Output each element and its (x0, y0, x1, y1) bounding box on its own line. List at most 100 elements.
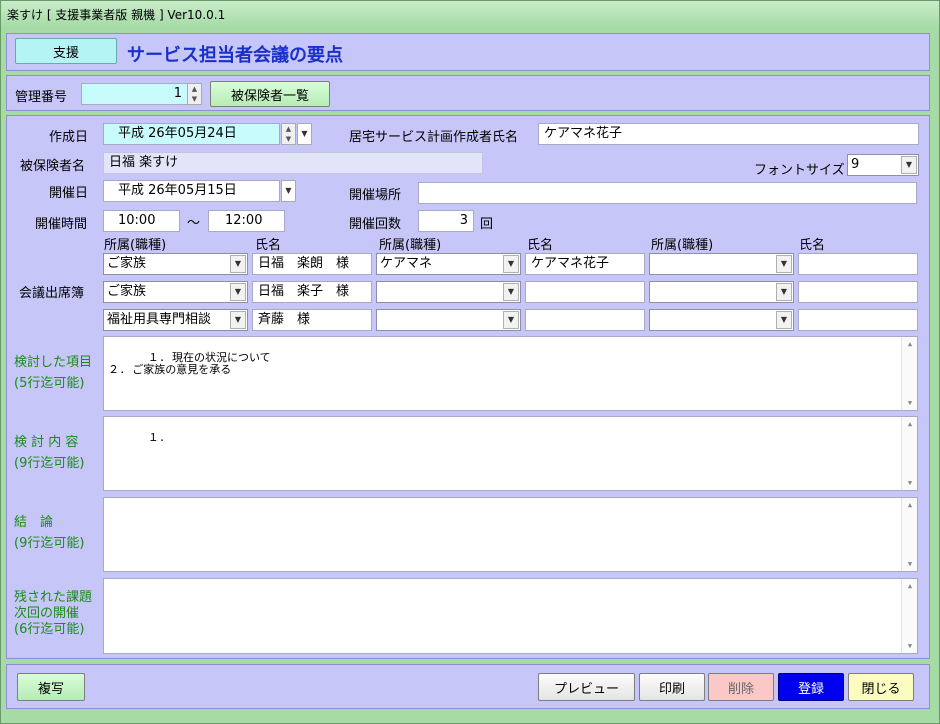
chevron-down-icon[interactable]: ▼ (503, 311, 519, 329)
print-button[interactable]: 印刷 (639, 673, 705, 701)
planner-name-field[interactable]: ケアマネ花子 (538, 123, 919, 145)
items-text: １. 現在の状況について ２. ご家族の意見を承る (108, 351, 271, 376)
conclusion-limit: (9行迄可能) (14, 536, 85, 551)
place-label: 開催場所 (349, 188, 402, 203)
affiliation-select[interactable]: 福祉用具専門相談 ▼ (103, 309, 248, 331)
attendee-name-field[interactable]: ケアマネ花子 (525, 253, 645, 275)
scroll-up-icon[interactable]: ▲ (902, 579, 917, 593)
spin-up-icon[interactable]: ▲ (282, 124, 295, 134)
app-window: 楽すけ [ 支援事業者版 親機 ] Ver10.0.1 支援 サービス担当者会議… (0, 0, 940, 724)
affiliation-select[interactable]: ▼ (649, 309, 794, 331)
spin-down-icon[interactable]: ▼ (188, 94, 201, 104)
attendee-name-field[interactable]: 日福 楽子 様 (252, 281, 372, 303)
created-date-dropdown-icon[interactable]: ▼ (297, 123, 312, 145)
spin-up-icon[interactable]: ▲ (188, 84, 201, 94)
attendance-label: 会議出席簿 (19, 286, 85, 301)
items-limit: (5行迄可能) (14, 376, 85, 391)
col-name-1: 氏名 (255, 238, 282, 253)
scrollbar[interactable]: ▲ ▼ (901, 498, 917, 571)
content-textarea[interactable]: １. ▲ ▼ (103, 416, 918, 491)
place-field[interactable] (418, 182, 917, 204)
scroll-up-icon[interactable]: ▲ (902, 337, 917, 351)
chevron-down-icon[interactable]: ▼ (503, 255, 519, 273)
scroll-up-icon[interactable]: ▲ (902, 417, 917, 431)
affiliation-value: ご家族 (107, 284, 147, 299)
col-name-2: 氏名 (527, 238, 554, 253)
spin-down-icon[interactable]: ▼ (282, 134, 295, 144)
header-panel: 支援 サービス担当者会議の要点 (6, 33, 930, 71)
count-field[interactable]: 3 (418, 210, 474, 232)
affiliation-select[interactable]: ご家族 ▼ (103, 253, 248, 275)
mgmt-number-field[interactable]: 1 (81, 83, 188, 105)
col-name-3: 氏名 (799, 238, 826, 253)
created-date-field[interactable]: 平成 26年05月24日 (103, 123, 280, 145)
content-limit: (9行迄可能) (14, 456, 85, 471)
affiliation-select[interactable]: ▼ (649, 281, 794, 303)
attendee-name-field[interactable] (798, 253, 918, 275)
planner-label: 居宅サービス計画作成者氏名 (349, 130, 519, 145)
window-title: 楽すけ [ 支援事業者版 親機 ] Ver10.0.1 (7, 8, 226, 22)
scroll-down-icon[interactable]: ▼ (902, 476, 917, 490)
content-text: １. (147, 431, 166, 444)
chevron-down-icon[interactable]: ▼ (230, 311, 246, 329)
chevron-down-icon[interactable]: ▼ (901, 156, 917, 174)
copy-button[interactable]: 複写 (17, 673, 85, 701)
insured-name-field: 日福 楽すけ (103, 152, 483, 174)
delete-button[interactable]: 削除 (708, 673, 774, 701)
chevron-down-icon[interactable]: ▼ (503, 283, 519, 301)
scroll-down-icon[interactable]: ▼ (902, 639, 917, 653)
attendee-name-field[interactable] (525, 309, 645, 331)
affiliation-value: ケアマネ (380, 256, 433, 271)
chevron-down-icon[interactable]: ▼ (776, 283, 792, 301)
mgmt-panel: 管理番号 1 ▲ ▼ 被保険者一覧 (6, 75, 930, 111)
created-label: 作成日 (49, 130, 89, 145)
font-size-select[interactable]: 9 ▼ (847, 154, 919, 176)
conclusion-textarea[interactable]: ▲ ▼ (103, 497, 918, 572)
register-button[interactable]: 登録 (778, 673, 844, 701)
held-date-field[interactable]: 平成 26年05月15日 (103, 180, 280, 202)
insured-list-button[interactable]: 被保険者一覧 (210, 81, 330, 107)
mgmt-spinner[interactable]: ▲ ▼ (187, 83, 202, 105)
items-label: 検討した項目 (14, 355, 93, 370)
conclusion-label: 結 論 (14, 515, 54, 530)
col-affiliation-2: 所属(職種) (379, 238, 442, 253)
time-separator: ～ (187, 216, 201, 231)
scrollbar[interactable]: ▲ ▼ (901, 337, 917, 410)
attendee-name-field[interactable]: 日福 楽朗 様 (252, 253, 372, 275)
chevron-down-icon[interactable]: ▼ (776, 255, 792, 273)
close-button[interactable]: 閉じる (848, 673, 914, 701)
scrollbar[interactable]: ▲ ▼ (901, 417, 917, 490)
footer-panel: 複写 プレビュー 印刷 削除 登録 閉じる (6, 664, 930, 709)
preview-button[interactable]: プレビュー (538, 673, 635, 701)
affiliation-select[interactable]: ▼ (376, 309, 521, 331)
main-panel: 作成日 平成 26年05月24日 ▲ ▼ ▼ 居宅サービス計画作成者氏名 ケアマネ… (6, 115, 930, 659)
font-size-label: フォントサイズ (754, 163, 845, 178)
attendee-name-field[interactable] (798, 281, 918, 303)
affiliation-select[interactable]: ケアマネ ▼ (376, 253, 521, 275)
held-date-dropdown-icon[interactable]: ▼ (281, 180, 296, 202)
font-size-value: 9 (851, 157, 860, 172)
chevron-down-icon[interactable]: ▼ (230, 283, 246, 301)
scroll-down-icon[interactable]: ▼ (902, 396, 917, 410)
scroll-down-icon[interactable]: ▼ (902, 557, 917, 571)
support-badge[interactable]: 支援 (15, 38, 117, 64)
attendee-name-field[interactable] (798, 309, 918, 331)
time-start-field[interactable]: 10:00 (103, 210, 180, 232)
created-date-spinner[interactable]: ▲ ▼ (281, 123, 296, 145)
insured-label: 被保険者名 (20, 159, 86, 174)
attendee-name-field[interactable] (525, 281, 645, 303)
scrollbar[interactable]: ▲ ▼ (901, 579, 917, 653)
content-label: 検 討 内 容 (14, 435, 79, 450)
issues-limit: (6行迄可能) (14, 622, 85, 637)
affiliation-select[interactable]: ▼ (376, 281, 521, 303)
affiliation-select[interactable]: ご家族 ▼ (103, 281, 248, 303)
scroll-up-icon[interactable]: ▲ (902, 498, 917, 512)
attendee-name-field[interactable]: 斉藤 様 (252, 309, 372, 331)
held-date-label: 開催日 (49, 186, 89, 201)
chevron-down-icon[interactable]: ▼ (776, 311, 792, 329)
time-end-field[interactable]: 12:00 (208, 210, 285, 232)
items-textarea[interactable]: １. 現在の状況について ２. ご家族の意見を承る ▲ ▼ (103, 336, 918, 411)
issues-textarea[interactable]: ▲ ▼ (103, 578, 918, 654)
affiliation-select[interactable]: ▼ (649, 253, 794, 275)
chevron-down-icon[interactable]: ▼ (230, 255, 246, 273)
